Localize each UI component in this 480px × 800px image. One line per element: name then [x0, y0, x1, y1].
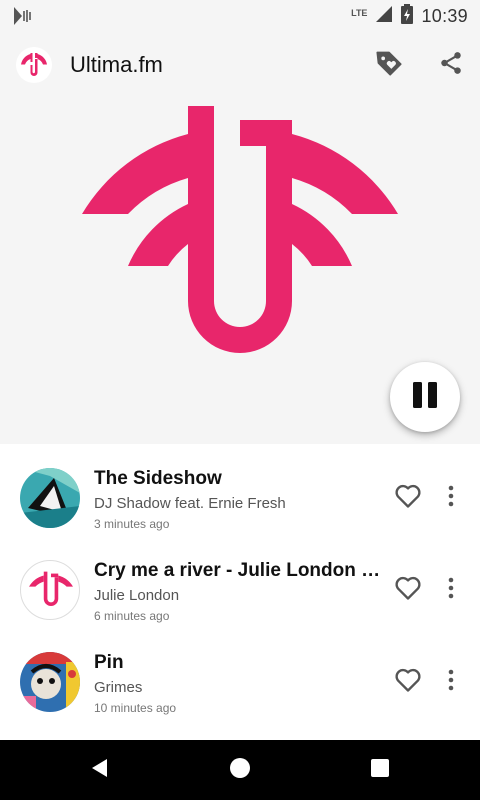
more-options-button[interactable] — [438, 482, 464, 514]
system-nav-bar — [0, 740, 480, 800]
track-title: Cry me a river - Julie London 1… — [94, 560, 384, 581]
more-vert-icon — [448, 577, 454, 604]
track-history-list: The Sideshow DJ Shadow feat. Ernie Fresh… — [0, 444, 480, 740]
screen: LTE 10:39 Ultima.fm The Sideshow DJ Shad… — [0, 0, 480, 800]
recents-icon — [370, 758, 390, 783]
app-bar: Ultima.fm — [0, 32, 480, 98]
pause-button[interactable] — [390, 362, 460, 432]
signal-icon — [375, 5, 393, 28]
nav-back-button[interactable] — [84, 754, 116, 786]
track-artist: Julie London — [94, 587, 180, 604]
heart-outline-icon — [394, 575, 422, 606]
station-logo-icon — [82, 106, 398, 353]
media-notification-icon — [12, 6, 36, 31]
track-artist: Grimes — [94, 679, 143, 696]
heart-outline-icon — [394, 483, 422, 514]
status-bar: LTE 10:39 — [0, 0, 480, 32]
like-button[interactable] — [392, 666, 424, 698]
track-artist: DJ Shadow feat. Ernie Fresh — [94, 495, 286, 512]
track-time: 6 minutes ago — [94, 609, 170, 623]
album-art — [20, 468, 80, 528]
more-options-button[interactable] — [438, 666, 464, 698]
pause-icon — [410, 380, 440, 415]
album-art — [20, 652, 80, 712]
more-vert-icon — [448, 485, 454, 512]
track-time: 10 minutes ago — [94, 701, 177, 715]
more-vert-icon — [448, 669, 454, 696]
share-button[interactable] — [434, 48, 468, 82]
like-button[interactable] — [392, 574, 424, 606]
tag-favorite-button[interactable] — [372, 48, 406, 82]
track-title: The Sideshow — [94, 468, 222, 489]
more-options-button[interactable] — [438, 574, 464, 606]
like-button[interactable] — [392, 482, 424, 514]
nav-home-button[interactable] — [224, 754, 256, 786]
album-art — [20, 560, 80, 620]
share-icon — [438, 50, 464, 81]
battery-charging-icon — [401, 4, 414, 29]
app-title: Ultima.fm — [70, 52, 163, 77]
home-icon — [229, 757, 251, 784]
track-time: 3 minutes ago — [94, 517, 170, 531]
nav-recents-button[interactable] — [364, 754, 396, 786]
tag-heart-icon — [375, 49, 403, 82]
back-icon — [89, 757, 111, 784]
track-row[interactable]: Cry me a river - Julie London 1… Julie L… — [0, 536, 480, 628]
status-time: 10:39 — [421, 6, 468, 26]
track-row[interactable]: Pin Grimes 10 minutes ago — [0, 628, 480, 720]
network-type: LTE — [351, 7, 368, 18]
app-logo-icon — [16, 47, 52, 83]
heart-outline-icon — [394, 667, 422, 698]
track-row[interactable]: The Sideshow DJ Shadow feat. Ernie Fresh… — [0, 444, 480, 536]
track-title: Pin — [94, 652, 124, 673]
